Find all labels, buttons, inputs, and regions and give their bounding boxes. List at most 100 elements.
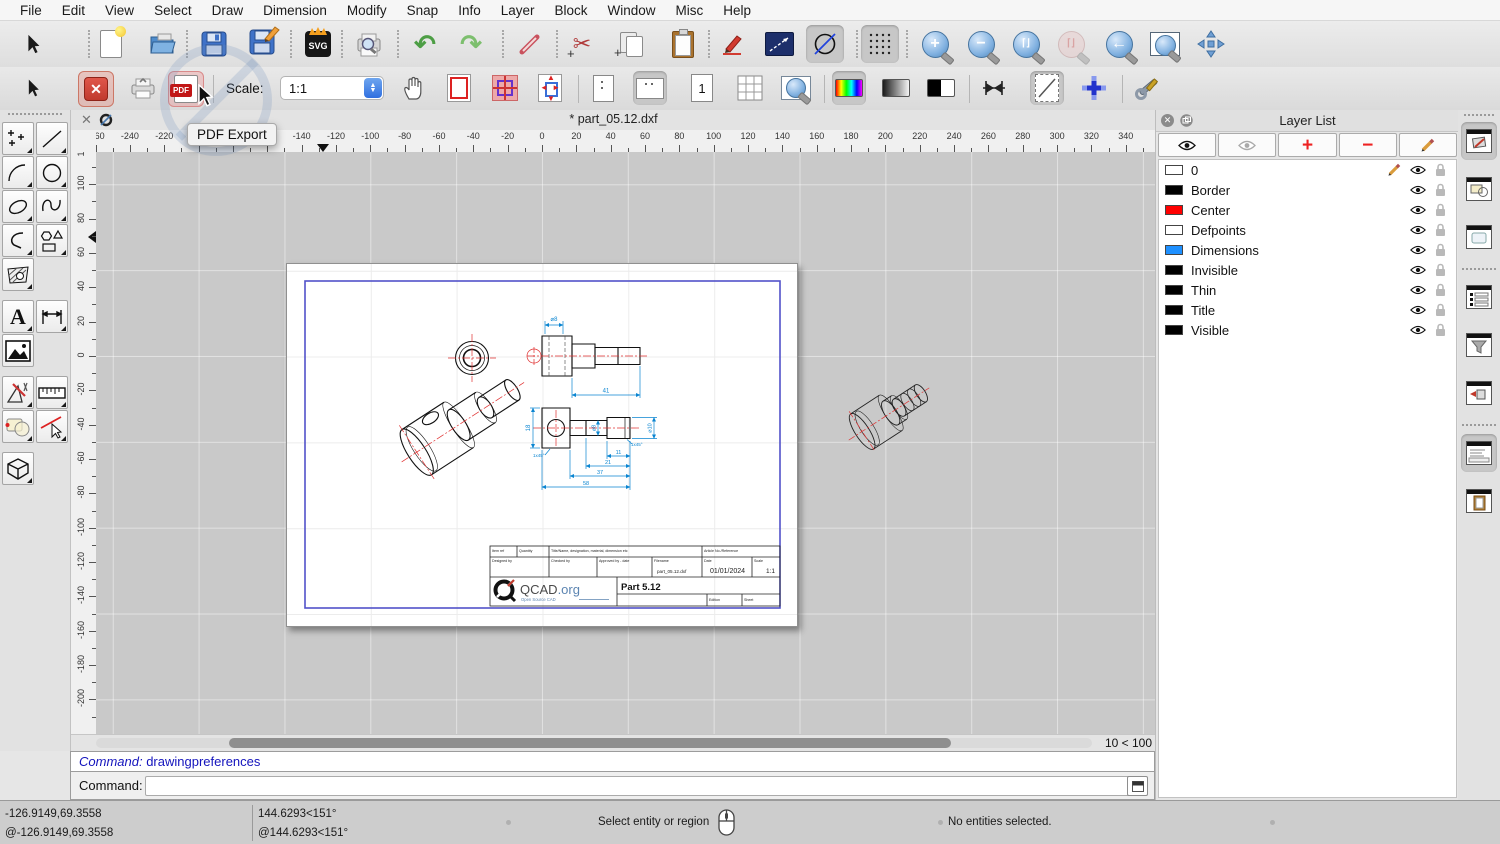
layer-row-visible[interactable]: Visible	[1159, 320, 1456, 340]
layer-lock-icon[interactable]	[1435, 163, 1446, 177]
add-layer-button[interactable]: +	[1278, 133, 1337, 157]
save-as-button[interactable]	[243, 25, 281, 63]
info-tools-button[interactable]	[36, 376, 68, 409]
restrict-angle-button[interactable]	[806, 25, 844, 63]
menu-view[interactable]: View	[95, 3, 144, 18]
zoom-page-button[interactable]	[779, 71, 813, 105]
grayscale-button[interactable]	[879, 71, 913, 105]
single-page-button[interactable]: 1	[685, 71, 719, 105]
crop-marks-button[interactable]	[488, 71, 522, 105]
layer-color-swatch[interactable]	[1165, 245, 1183, 255]
layer-lock-icon[interactable]	[1435, 243, 1446, 257]
selection-pointer-button[interactable]	[14, 25, 52, 63]
redo-button[interactable]: ↷	[452, 25, 490, 63]
lineweight-button[interactable]	[977, 71, 1011, 105]
menu-window[interactable]: Window	[598, 3, 666, 18]
arc-tools-button[interactable]	[2, 156, 34, 189]
print-button[interactable]	[126, 71, 160, 105]
pan-page-button[interactable]	[397, 71, 431, 105]
block-list-toggle-button[interactable]	[1461, 170, 1497, 208]
layer-visible-icon[interactable]	[1410, 164, 1426, 176]
menu-draw[interactable]: Draw	[202, 3, 254, 18]
point-tools-button[interactable]	[2, 122, 34, 155]
layer-list-toggle-button[interactable]	[1461, 122, 1497, 160]
layer-lock-icon[interactable]	[1435, 183, 1446, 197]
layer-row-thin[interactable]: Thin	[1159, 280, 1456, 300]
panel-close-icon[interactable]: ✕	[1161, 114, 1174, 127]
layer-row-center[interactable]: Center	[1159, 200, 1456, 220]
menu-edit[interactable]: Edit	[52, 3, 95, 18]
cut-button[interactable]: ✂ +	[563, 25, 601, 63]
close-preview-button[interactable]: ✕	[78, 71, 114, 107]
multiple-pages-button[interactable]	[733, 71, 767, 105]
layer-visible-icon[interactable]	[1410, 244, 1426, 256]
modify-tools-button[interactable]	[2, 376, 34, 409]
layer-lock-icon[interactable]	[1435, 203, 1446, 217]
view-list-toggle-button[interactable]	[1461, 218, 1497, 256]
palette-drag-handle[interactable]	[8, 113, 62, 115]
hide-all-layers-button[interactable]	[1218, 133, 1277, 157]
scrollbar-thumb[interactable]	[229, 738, 951, 748]
layer-color-swatch[interactable]	[1165, 265, 1183, 275]
ellipse-tools-button[interactable]	[2, 190, 34, 223]
layer-lock-icon[interactable]	[1435, 263, 1446, 277]
layer-visible-icon[interactable]	[1410, 264, 1426, 276]
text-tool-button[interactable]: A	[2, 300, 34, 333]
spline-tools-button[interactable]	[36, 190, 68, 223]
layer-row-title[interactable]: Title	[1159, 300, 1456, 320]
draw-pencil-button[interactable]	[714, 25, 752, 63]
drawing-canvas[interactable]: ⌀8 41 18 ⌀8 ⌀10 11 21 37 58 1x45° 1x45° …	[96, 152, 1156, 735]
zoom-auto-button[interactable]: ⌈⌋	[1007, 25, 1045, 63]
layer-lock-icon[interactable]	[1435, 223, 1446, 237]
layer-lock-icon[interactable]	[1435, 323, 1446, 337]
layer-color-swatch[interactable]	[1165, 165, 1183, 175]
edit-layer-button[interactable]	[1398, 133, 1458, 157]
layer-visible-icon[interactable]	[1410, 304, 1426, 316]
remove-layer-button[interactable]: −	[1338, 133, 1397, 157]
selection-pointer-button-2[interactable]	[16, 71, 50, 105]
scale-combobox[interactable]: 1:1 ▲ ▼	[280, 76, 384, 100]
layer-lock-icon[interactable]	[1435, 283, 1446, 297]
layer-visible-icon[interactable]	[1410, 204, 1426, 216]
layer-visible-icon[interactable]	[1410, 324, 1426, 336]
menu-help[interactable]: Help	[713, 3, 761, 18]
layer-color-swatch[interactable]	[1165, 225, 1183, 235]
paste-button[interactable]	[664, 25, 702, 63]
circle-tools-button[interactable]	[36, 156, 68, 189]
open-file-button[interactable]	[144, 25, 182, 63]
dimension-tools-button[interactable]	[36, 300, 68, 333]
layer-color-swatch[interactable]	[1165, 325, 1183, 335]
grid-toggle-button[interactable]	[861, 25, 899, 63]
layer-visible-icon[interactable]	[1410, 184, 1426, 196]
hatch-tool-button[interactable]	[2, 258, 34, 291]
menu-file[interactable]: File	[10, 3, 52, 18]
command-line-toggle-button[interactable]	[1461, 434, 1497, 472]
preferences-button[interactable]	[1131, 71, 1165, 105]
menu-snap[interactable]: Snap	[397, 3, 449, 18]
solid-tools-button[interactable]	[2, 452, 34, 485]
zoom-previous-button[interactable]: ←	[1100, 25, 1138, 63]
selection-filter-toggle-button[interactable]	[1461, 326, 1497, 364]
portrait-page-button[interactable]	[586, 71, 620, 105]
black-white-button[interactable]	[924, 71, 958, 105]
layer-visible-icon[interactable]	[1410, 224, 1426, 236]
page-borders-button[interactable]	[442, 71, 476, 105]
menu-layer[interactable]: Layer	[491, 3, 545, 18]
zoom-out-button[interactable]: −	[962, 25, 1000, 63]
draft-mode-button[interactable]	[1030, 71, 1064, 105]
svg-export-button[interactable]: SVG	[299, 25, 337, 63]
trim-tools-button[interactable]	[36, 410, 68, 443]
layer-row-dimensions[interactable]: Dimensions	[1159, 240, 1456, 260]
new-file-button[interactable]	[92, 25, 130, 63]
panel-detach-icon[interactable]	[1180, 114, 1193, 127]
landscape-page-button[interactable]	[633, 71, 667, 105]
layer-color-swatch[interactable]	[1165, 205, 1183, 215]
layer-row-defpoints[interactable]: Defpoints	[1159, 220, 1456, 240]
layer-row-invisible[interactable]: Invisible	[1159, 260, 1456, 280]
pdf-export-button[interactable]: PDF	[168, 71, 204, 107]
menu-dimension[interactable]: Dimension	[253, 3, 337, 18]
measure-distance-button[interactable]	[760, 25, 798, 63]
print-preview-button[interactable]	[350, 25, 388, 63]
menu-select[interactable]: Select	[144, 3, 202, 18]
command-window-toggle-button[interactable]	[1127, 776, 1148, 796]
